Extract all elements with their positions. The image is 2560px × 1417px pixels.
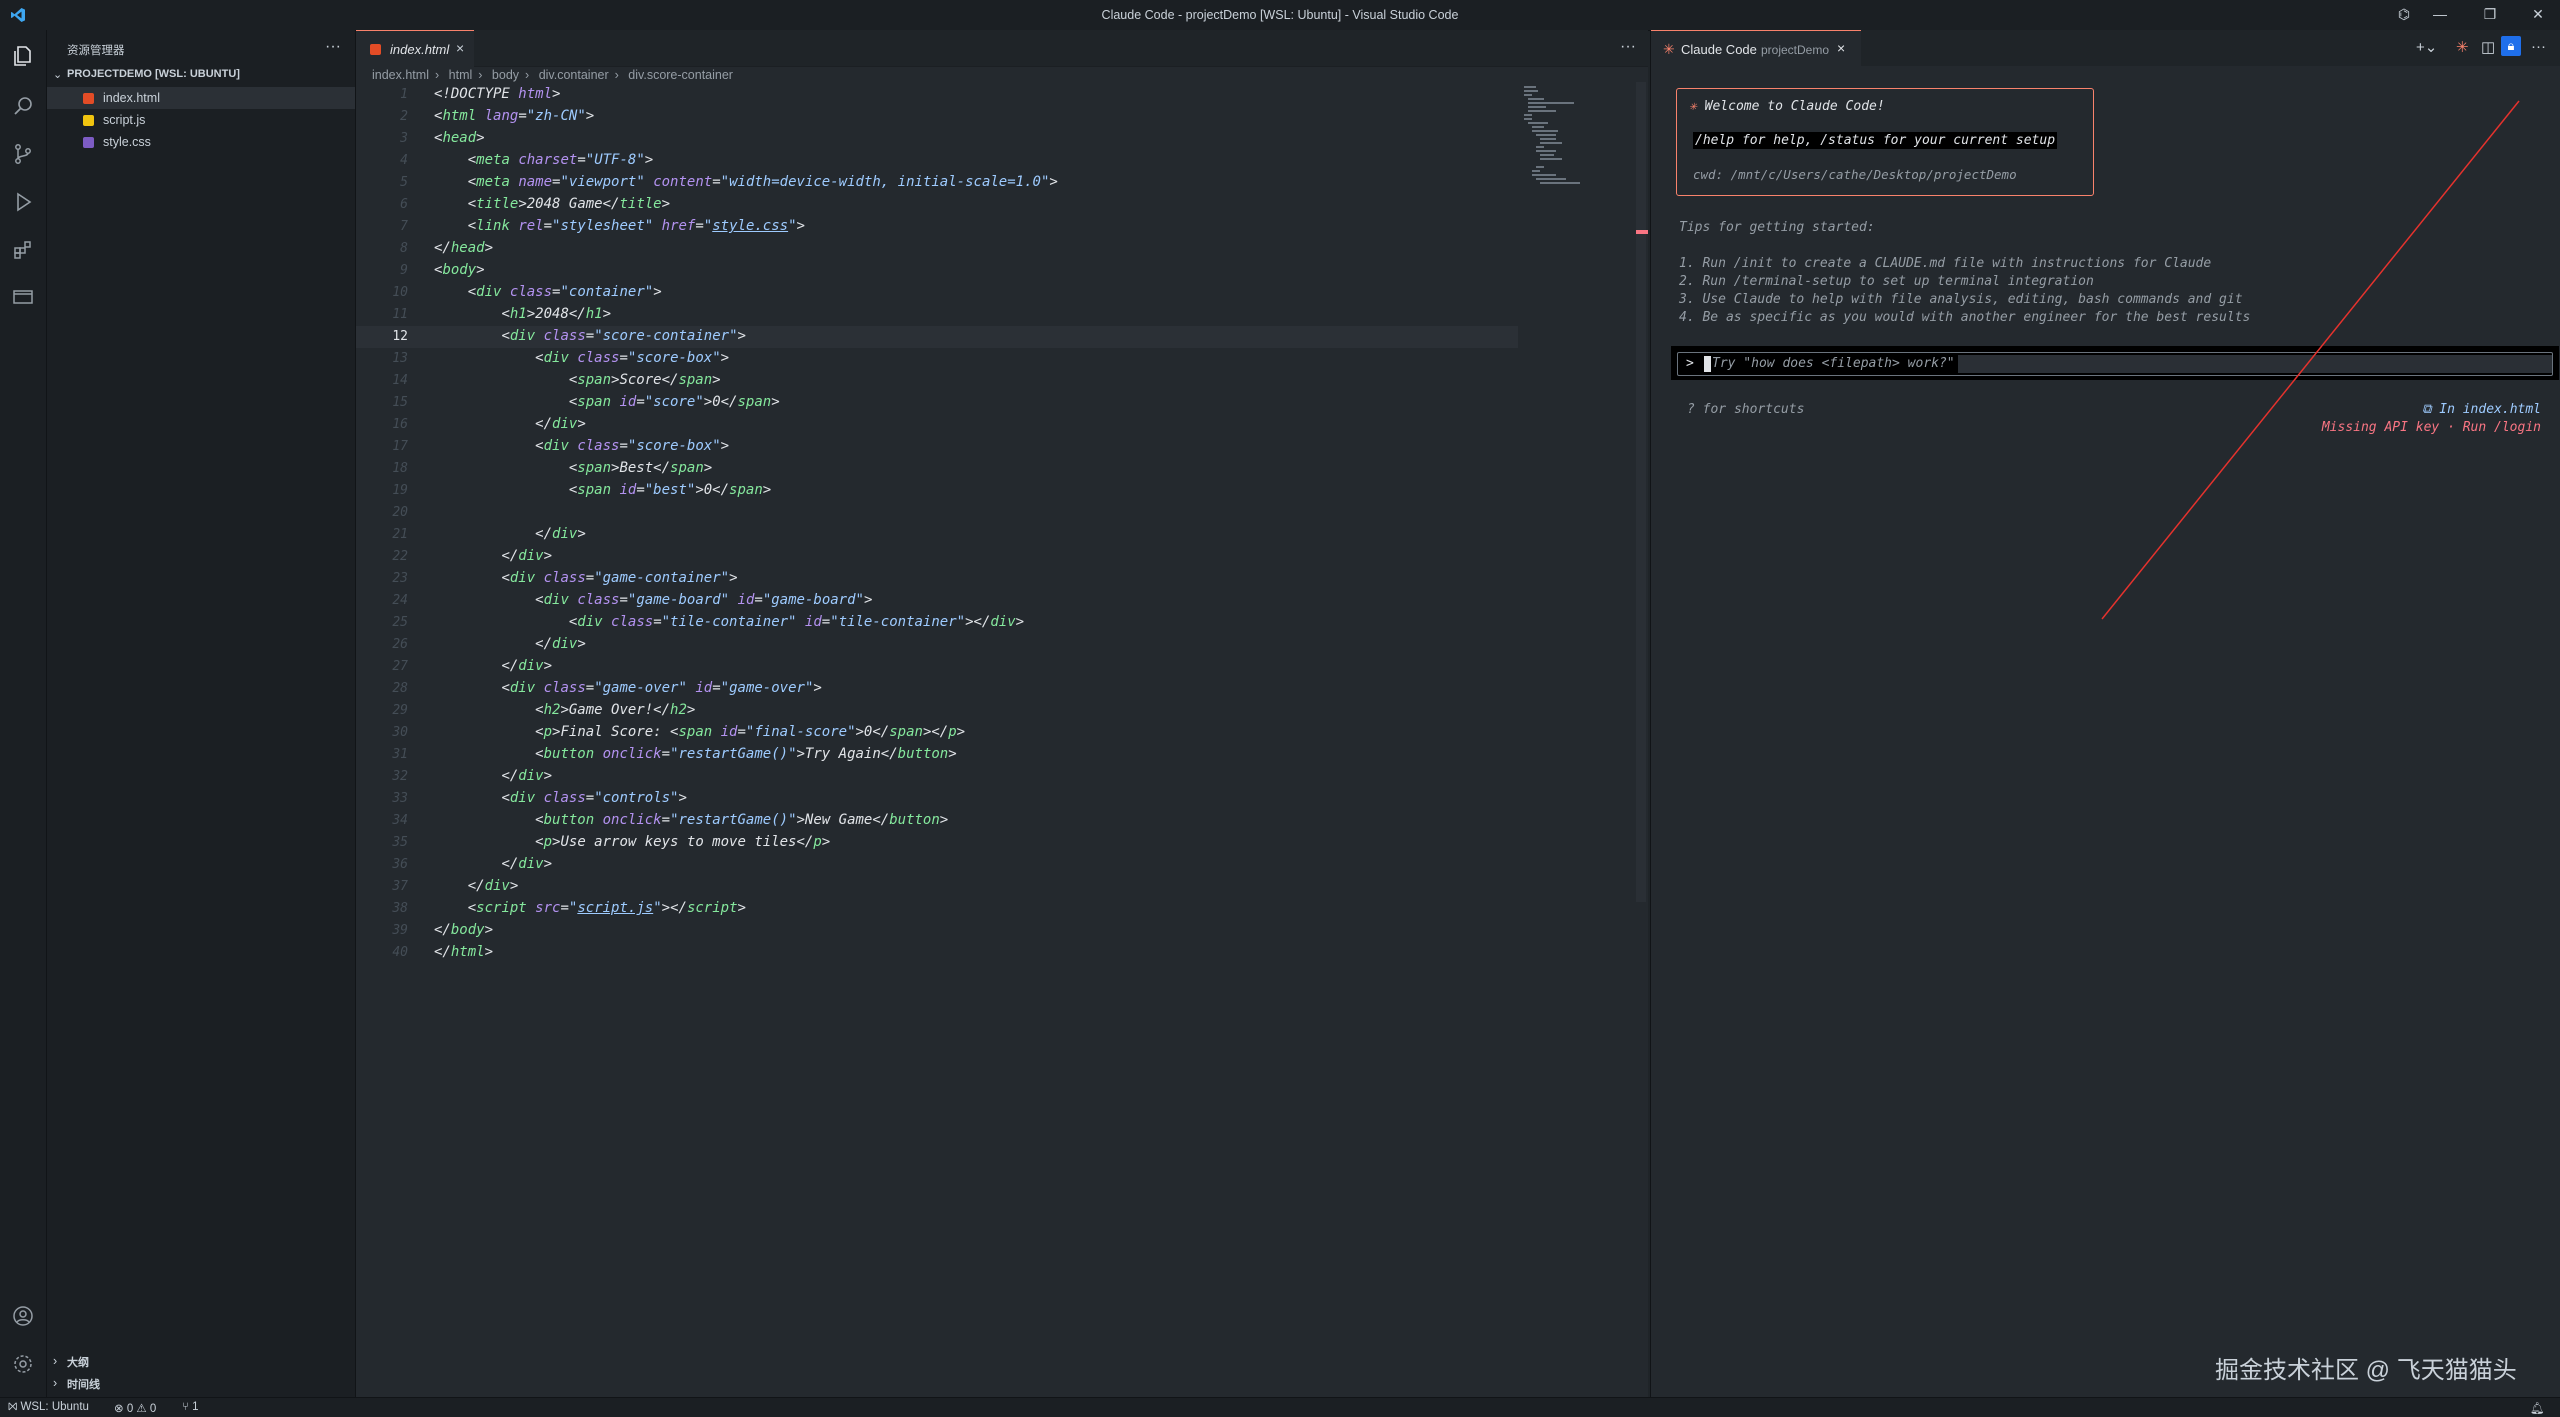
split-editor-icon[interactable]: ◫ bbox=[2481, 38, 2495, 56]
file-label: script.js bbox=[103, 113, 146, 127]
problems-indicator[interactable]: ⊗ 0 ⚠ 0 bbox=[114, 1401, 156, 1415]
more-actions-icon[interactable]: ··· bbox=[325, 38, 341, 56]
section-label: 大纲 bbox=[67, 1357, 89, 1369]
notifications-bell-icon[interactable]: 🔔︎ bbox=[2530, 1401, 2545, 1415]
html-file-icon bbox=[370, 44, 381, 55]
tab-label: index.html bbox=[390, 42, 450, 57]
claude-logo-icon: ✳ bbox=[1663, 41, 1675, 57]
watermark: 掘金技术社区 @ 飞天猫猫头 bbox=[2215, 1357, 2517, 1384]
file-label: index.html bbox=[103, 91, 160, 105]
input-caret bbox=[1704, 356, 1711, 372]
file-label: style.css bbox=[103, 135, 151, 149]
welcome-box: ✳ Welcome to Claude Code! /help for help… bbox=[1676, 88, 2094, 196]
explorer-sidebar: 资源管理器 ··· ⌄ PROJECTDEMO [WSL: UBUNTU] in… bbox=[47, 30, 356, 1397]
file-item-index-html[interactable]: index.html bbox=[47, 87, 355, 109]
remote-explorer-icon[interactable] bbox=[11, 286, 35, 310]
status-bar: ⨝ WSL: Ubuntu ⊗ 0 ⚠ 0 ⑂ 1 🔔︎ bbox=[0, 1397, 2560, 1417]
section-label: 时间线 bbox=[67, 1379, 100, 1391]
prompt-symbol: > bbox=[1686, 356, 1694, 371]
cwd-text: cwd: /mnt/c/Users/cathe/Desktop/projectD… bbox=[1693, 167, 2017, 182]
search-icon[interactable] bbox=[11, 94, 35, 118]
welcome-text: Welcome to Claude Code! bbox=[1704, 99, 1885, 114]
tips-header: Tips for getting started: bbox=[1679, 220, 1875, 235]
claude-action-icon[interactable]: ✳ bbox=[2456, 38, 2469, 56]
project-name: PROJECTDEMO [WSL: UBUNTU] bbox=[67, 68, 240, 80]
chevron-down-icon: ⌄ bbox=[53, 69, 63, 81]
panel-more-icon[interactable]: ··· bbox=[2531, 38, 2546, 55]
outline-section[interactable]: › 大纲 bbox=[47, 1350, 355, 1372]
breadcrumb-item[interactable]: index.html bbox=[372, 68, 429, 82]
js-file-icon bbox=[83, 115, 94, 126]
breadcrumb-item[interactable]: div.container bbox=[539, 68, 609, 82]
cursor-position-marker bbox=[1636, 230, 1648, 234]
prompt-placeholder: Try "how does <filepath> work?" bbox=[1712, 356, 1955, 371]
breadcrumb-item[interactable]: div.score-container bbox=[628, 68, 733, 82]
minimize-button[interactable]: — bbox=[2428, 6, 2452, 22]
minimap[interactable] bbox=[1524, 82, 1594, 202]
breadcrumb-item[interactable]: html bbox=[449, 68, 473, 82]
tab-claude-code[interactable]: ✳ Claude Code projectDemo × bbox=[1651, 30, 1861, 67]
restore-button[interactable]: ❐ bbox=[2478, 6, 2502, 23]
close-tab-icon[interactable]: × bbox=[456, 40, 464, 56]
ports-indicator[interactable]: ⑂ 1 bbox=[182, 1401, 199, 1413]
explorer-icon[interactable] bbox=[11, 44, 35, 68]
editor-scrollbar[interactable] bbox=[1636, 82, 1646, 902]
tab-label: Claude Code bbox=[1681, 42, 1757, 57]
project-root[interactable]: ⌄ PROJECTDEMO [WSL: UBUNTU] bbox=[47, 64, 355, 86]
shortcuts-hint: ? for shortcuts bbox=[1687, 402, 1805, 417]
editor-tabs: index.html × ··· bbox=[356, 30, 1648, 67]
file-item-style-css[interactable]: style.css bbox=[47, 131, 355, 153]
html-file-icon bbox=[83, 93, 94, 104]
new-terminal-icon[interactable]: +⌄ bbox=[2416, 38, 2437, 56]
timeline-section[interactable]: › 时间线 bbox=[47, 1372, 355, 1394]
copilot-icon[interactable]: ⌬ bbox=[2392, 6, 2416, 23]
remote-icon: ⨝ bbox=[8, 1401, 21, 1413]
editor-area: index.html × ··· index.html › html › body ›… bbox=[356, 30, 1736, 1397]
close-window-button[interactable]: ✕ bbox=[2526, 6, 2550, 23]
editor-more-icon[interactable]: ··· bbox=[1620, 38, 1636, 56]
lock-icon[interactable]: 🔒︎ bbox=[2501, 36, 2521, 56]
help-text: /help for help, /status for your current… bbox=[1693, 132, 2058, 149]
tab-subtitle: projectDemo bbox=[1761, 43, 1830, 57]
close-tab-icon[interactable]: × bbox=[1837, 40, 1845, 56]
remote-indicator[interactable]: ⨝ WSL: Ubuntu bbox=[8, 1401, 89, 1414]
css-file-icon bbox=[83, 137, 94, 148]
title-bar: Claude Code - projectDemo [WSL: Ubuntu] … bbox=[0, 0, 2560, 31]
file-item-script-js[interactable]: script.js bbox=[47, 109, 355, 131]
chevron-right-icon: › bbox=[53, 1354, 58, 1368]
tab-index-html[interactable]: index.html × bbox=[356, 30, 474, 67]
activity-bar bbox=[0, 30, 47, 1397]
explorer-header: 资源管理器 bbox=[67, 45, 125, 57]
claude-code-panel: ✳ Claude Code projectDemo × +⌄ ✳ ◫ 🔒︎ ··… bbox=[1650, 30, 2560, 1397]
remote-label: WSL: Ubuntu bbox=[20, 1401, 89, 1413]
account-icon[interactable] bbox=[11, 1304, 35, 1328]
settings-gear-icon[interactable] bbox=[11, 1352, 35, 1376]
annotation-arrow bbox=[2101, 100, 2520, 620]
window-title: Claude Code - projectDemo [WSL: Ubuntu] … bbox=[1101, 8, 1459, 22]
panel-tabs: ✳ Claude Code projectDemo × +⌄ ✳ ◫ 🔒︎ ··… bbox=[1651, 30, 2560, 67]
claude-star-icon: ✳ bbox=[1689, 99, 1705, 114]
run-debug-icon[interactable] bbox=[11, 190, 35, 214]
tip-item: 2. Run /terminal-setup to set up termina… bbox=[1679, 274, 2094, 289]
chevron-right-icon: › bbox=[53, 1376, 58, 1390]
breadcrumb-item[interactable]: body bbox=[492, 68, 519, 82]
extensions-icon[interactable] bbox=[11, 238, 35, 262]
source-control-icon[interactable] bbox=[11, 142, 35, 166]
